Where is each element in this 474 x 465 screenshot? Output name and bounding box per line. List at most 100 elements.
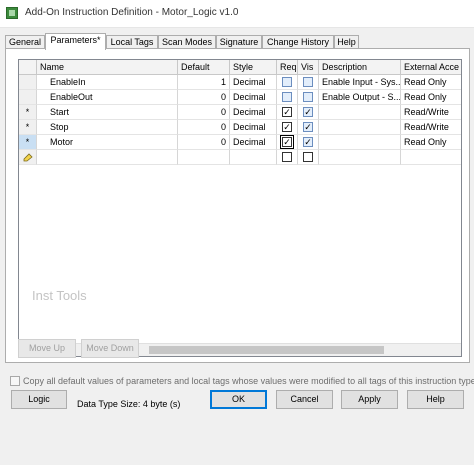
column-header-req[interactable]: Req (277, 60, 298, 75)
row-header-corner (19, 60, 37, 75)
new-row[interactable] (19, 150, 461, 165)
tab-strip: General Parameters* Local Tags Scan Mode… (5, 33, 469, 50)
row-header[interactable]: * (19, 135, 37, 150)
cancel-button[interactable]: Cancel (276, 390, 333, 409)
req-checkbox[interactable]: ✓ (280, 135, 294, 149)
name-cell[interactable]: EnableOut (37, 90, 178, 105)
access-cell[interactable]: Read Only (401, 75, 461, 90)
table-row[interactable]: * Stop 0 Decimal ✓ ✓ Read/Write (19, 120, 461, 135)
tab-scan-modes[interactable]: Scan Modes (158, 35, 216, 48)
new-row-header (19, 150, 37, 165)
table-row[interactable]: EnableIn 1 Decimal Enable Input - Sys... Rea… (19, 75, 461, 90)
new-row-default-cell[interactable] (178, 150, 230, 165)
req-cell: ✓ (277, 120, 298, 135)
tab-general[interactable]: General (5, 35, 45, 48)
vis-cell: ✓ (298, 120, 319, 135)
move-up-button[interactable]: Move Up (18, 339, 76, 358)
name-cell[interactable]: Start (37, 105, 178, 120)
req-cell: ✓ (277, 105, 298, 120)
column-header-name[interactable]: Name (37, 60, 178, 75)
req-cell (277, 90, 298, 105)
description-cell[interactable] (319, 120, 401, 135)
req-cell: ✓ (277, 135, 298, 150)
new-row-access-cell[interactable] (401, 150, 461, 165)
default-cell[interactable]: 1 (178, 75, 230, 90)
tab-change-history[interactable]: Change History (262, 35, 334, 48)
vis-cell (298, 75, 319, 90)
ok-button[interactable]: OK (210, 390, 267, 409)
tab-local-tags[interactable]: Local Tags (106, 35, 158, 48)
row-header[interactable]: * (19, 120, 37, 135)
apply-button[interactable]: Apply (341, 390, 398, 409)
vis-checkbox[interactable] (303, 152, 313, 162)
table-row[interactable]: * Start 0 Decimal ✓ ✓ Read/Write (19, 105, 461, 120)
parameters-grid[interactable]: Name Default Style Req Vis Description E… (18, 59, 462, 357)
row-header[interactable] (19, 75, 37, 90)
new-row-pencil-icon (23, 153, 33, 162)
name-cell[interactable]: EnableIn (37, 75, 178, 90)
vis-cell: ✓ (298, 105, 319, 120)
vis-checkbox[interactable] (303, 92, 313, 102)
table-row[interactable]: * Motor 0 Decimal ✓ ✓ Read Only (19, 135, 461, 150)
title-bar: Add-On Instruction Definition - Motor_Lo… (0, 0, 474, 28)
vis-cell (298, 90, 319, 105)
new-row-name-cell[interactable] (37, 150, 178, 165)
column-header-default[interactable]: Default (178, 60, 230, 75)
tab-help[interactable]: Help (334, 35, 359, 48)
style-cell[interactable]: Decimal (230, 120, 277, 135)
parameters-tab-panel: Name Default Style Req Vis Description E… (5, 48, 470, 363)
style-cell[interactable]: Decimal (230, 105, 277, 120)
description-cell[interactable] (319, 135, 401, 150)
logic-button[interactable]: Logic (11, 390, 67, 409)
style-cell[interactable]: Decimal (230, 90, 277, 105)
req-cell (277, 75, 298, 90)
column-header-vis[interactable]: Vis (298, 60, 319, 75)
vis-checkbox[interactable]: ✓ (303, 107, 313, 117)
name-cell[interactable]: Stop (37, 120, 178, 135)
default-cell[interactable]: 0 (178, 120, 230, 135)
new-row-style-cell[interactable] (230, 150, 277, 165)
vis-checkbox[interactable]: ✓ (303, 122, 313, 132)
column-header-description[interactable]: Description (319, 60, 401, 75)
row-header[interactable]: * (19, 105, 37, 120)
grid-header: Name Default Style Req Vis Description E… (19, 60, 461, 75)
row-header[interactable] (19, 90, 37, 105)
default-cell[interactable]: 0 (178, 135, 230, 150)
req-checkbox[interactable] (282, 152, 292, 162)
tab-parameters[interactable]: Parameters* (45, 33, 106, 50)
name-cell[interactable]: Motor (37, 135, 178, 150)
description-cell[interactable]: Enable Input - Sys... (319, 75, 401, 90)
app-icon (6, 7, 18, 19)
req-checkbox[interactable]: ✓ (282, 107, 292, 117)
description-cell[interactable] (319, 105, 401, 120)
new-row-req-cell (277, 150, 298, 165)
description-cell[interactable]: Enable Output - S... (319, 90, 401, 105)
access-cell[interactable]: Read/Write (401, 105, 461, 120)
req-checkbox[interactable]: ✓ (282, 122, 292, 132)
default-cell[interactable]: 0 (178, 90, 230, 105)
style-cell[interactable]: Decimal (230, 135, 277, 150)
req-checkbox[interactable] (282, 92, 292, 102)
tab-signature[interactable]: Signature (216, 35, 262, 48)
data-type-size: Data Type Size: 4 byte (s) (77, 399, 181, 409)
window-title: Add-On Instruction Definition - Motor_Lo… (25, 7, 239, 18)
table-row[interactable]: EnableOut 0 Decimal Enable Output - S... Rea… (19, 90, 461, 105)
copy-defaults-label: Copy all default values of parameters an… (23, 376, 474, 386)
new-row-description-cell[interactable] (319, 150, 401, 165)
default-cell[interactable]: 0 (178, 105, 230, 120)
new-row-vis-cell (298, 150, 319, 165)
access-cell[interactable]: Read Only (401, 135, 461, 150)
help-button[interactable]: Help (407, 390, 464, 409)
vis-checkbox[interactable] (303, 77, 313, 87)
move-down-button[interactable]: Move Down (81, 339, 139, 358)
vis-cell: ✓ (298, 135, 319, 150)
access-cell[interactable]: Read Only (401, 90, 461, 105)
scrollbar-thumb[interactable] (149, 346, 384, 354)
column-header-external-access[interactable]: External Acce (401, 60, 461, 75)
vis-checkbox[interactable]: ✓ (303, 137, 313, 147)
column-header-style[interactable]: Style (230, 60, 277, 75)
style-cell[interactable]: Decimal (230, 75, 277, 90)
req-checkbox[interactable] (282, 77, 292, 87)
access-cell[interactable]: Read/Write (401, 120, 461, 135)
copy-defaults-checkbox[interactable] (10, 376, 20, 386)
